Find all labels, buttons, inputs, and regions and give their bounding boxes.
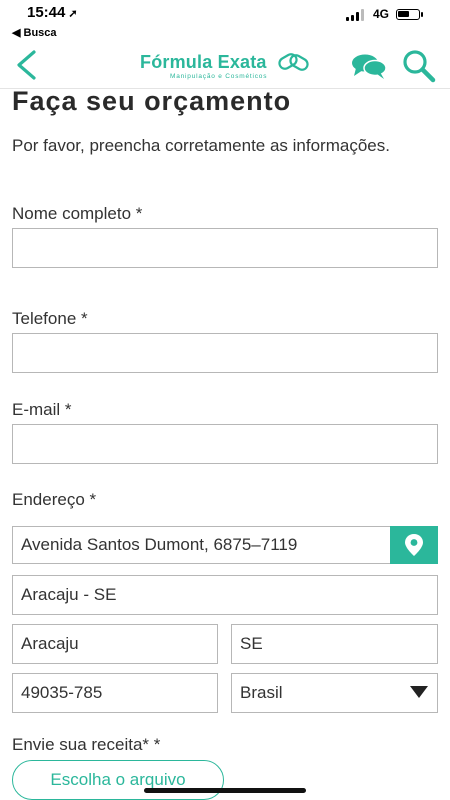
street-field[interactable]: Avenida Santos Dumont, 6875–7119 [12,526,391,564]
choose-file-button[interactable]: Escolha o arquivo [12,760,224,800]
brand-name: Fórmula Exata [140,52,267,72]
app-header: Fórmula Exata Manipulação e Cosméticos [0,42,450,89]
phone-label: Telefone * [12,309,88,328]
status-time: 15:44 ➚ [27,4,78,21]
back-arrow-icon [17,50,36,80]
name-field[interactable] [12,228,438,268]
locate-button[interactable] [390,526,438,564]
prescription-label: Envie sua receita* * [12,735,161,754]
email-label: E-mail * [12,400,72,419]
search-button[interactable] [400,48,438,84]
page-title: Faça seu orçamento [12,86,292,116]
signal-icon [346,9,368,21]
brand-subtitle: Manipulação e Cosméticos [170,73,268,80]
state-field[interactable]: SE [231,624,438,664]
search-icon [403,50,436,83]
location-arrow-icon: ➚ [68,8,78,20]
back-to-app-link[interactable]: ◀ Busca [12,26,57,39]
phone-field[interactable] [12,333,438,373]
intro-text: Por favor, preencha corretamente as info… [12,136,390,155]
chat-icon [352,54,387,79]
address-label: Endereço * [12,490,97,509]
country-select[interactable]: Brasil [231,673,438,713]
neighborhood-field[interactable]: Aracaju - SE [12,575,438,615]
battery-tip [421,12,423,17]
email-field[interactable] [12,424,438,464]
chat-button[interactable] [350,52,388,82]
home-indicator[interactable] [144,788,306,793]
capsule-logo-icon [278,53,309,71]
status-bar: 15:44 ➚ ◀ Busca 4G [0,0,450,42]
city-field[interactable]: Aracaju [12,624,218,664]
name-label: Nome completo * [12,204,143,223]
back-button[interactable] [10,46,44,84]
brand-logo: Fórmula Exata Manipulação e Cosméticos [140,52,315,86]
location-pin-icon [405,534,423,556]
network-type: 4G [373,7,390,21]
zip-field[interactable]: 49035-785 [12,673,218,713]
dropdown-arrow-icon [410,686,428,698]
battery-icon [396,9,420,20]
